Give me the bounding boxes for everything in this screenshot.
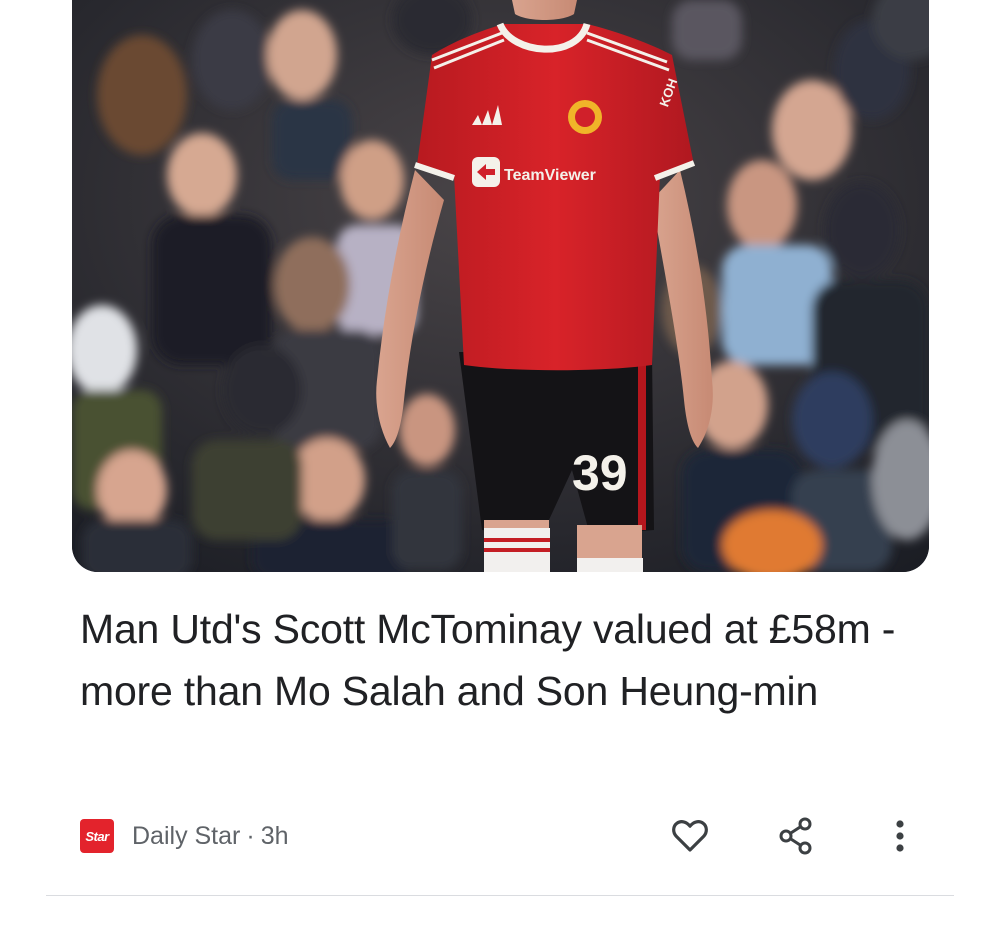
player-photo: TeamViewer KOH 39 (72, 0, 929, 572)
like-button[interactable] (666, 812, 714, 860)
share-icon (779, 817, 812, 855)
card-divider (46, 895, 954, 896)
news-card[interactable]: TeamViewer KOH 39 Man Utd's Scott McTomi… (0, 0, 1000, 935)
more-vert-icon (896, 820, 904, 852)
meta-separator: · (246, 821, 255, 850)
source-logo-text: Star (85, 828, 109, 844)
article-meta: Star Daily Star · 3h (80, 818, 289, 854)
article-actions (660, 812, 920, 860)
more-options-button[interactable] (876, 812, 924, 860)
heart-outline-icon (672, 820, 708, 852)
publish-time: 3h (260, 821, 289, 850)
jersey-sponsor-text: TeamViewer (504, 167, 596, 184)
daily-star-logo: Star (80, 819, 114, 853)
source-name[interactable]: Daily Star (132, 822, 240, 851)
article-headline[interactable]: Man Utd's Scott McTominay valued at £58m… (80, 598, 900, 722)
article-image[interactable]: TeamViewer KOH 39 (72, 0, 929, 572)
shirt-number: 39 (572, 445, 628, 501)
share-button[interactable] (772, 812, 820, 860)
